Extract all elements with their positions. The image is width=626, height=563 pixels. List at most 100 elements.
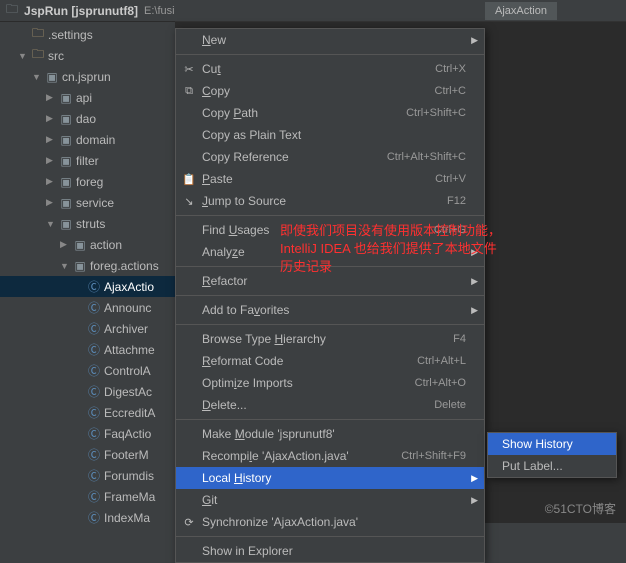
cls-icon: Ⓒ bbox=[87, 446, 101, 463]
expand-icon[interactable]: ▶ bbox=[46, 176, 56, 187]
menu-item[interactable]: Reformat CodeCtrl+Alt+L bbox=[176, 350, 484, 372]
project-tree[interactable]: 🗀.settings▼🗀src▼▣cn.jsprun▶▣api▶▣dao▶▣do… bbox=[0, 22, 175, 530]
menu-label: Cut bbox=[202, 62, 435, 76]
tree-label: ControlA bbox=[104, 364, 151, 378]
tree-label: foreg bbox=[76, 175, 103, 189]
menu-item[interactable]: Recompile 'AjaxAction.java'Ctrl+Shift+F9 bbox=[176, 445, 484, 467]
tree-item[interactable]: ▼🗀src bbox=[0, 45, 175, 66]
menu-item[interactable]: Local History▶ bbox=[176, 467, 484, 489]
tree-item[interactable]: ▶▣service bbox=[0, 192, 175, 213]
menu-item[interactable]: Find UsagesCtrl+G bbox=[176, 219, 484, 241]
submenu-item[interactable]: Show History bbox=[488, 433, 616, 455]
tree-item[interactable]: ▶▣action bbox=[0, 234, 175, 255]
cls-icon: Ⓒ bbox=[87, 362, 101, 379]
tree-item[interactable]: ⒸFrameMa bbox=[0, 486, 175, 507]
tree-label: AjaxActio bbox=[104, 280, 154, 294]
tree-item[interactable]: ⒸIndexMa bbox=[0, 507, 175, 528]
tree-item[interactable]: ⒸControlA bbox=[0, 360, 175, 381]
tree-item[interactable]: ▼▣struts bbox=[0, 213, 175, 234]
menu-item[interactable]: Analyze▶ bbox=[176, 241, 484, 263]
shortcut: Ctrl+C bbox=[435, 85, 466, 97]
menu-item[interactable]: ⟳Synchronize 'AjaxAction.java' bbox=[176, 511, 484, 533]
menu-label: Optimize Imports bbox=[202, 376, 415, 390]
tree-item[interactable]: ⒸAnnounc bbox=[0, 297, 175, 318]
menu-item[interactable]: ⧉CopyCtrl+C bbox=[176, 80, 484, 102]
menu-item[interactable]: ↘Jump to SourceF12 bbox=[176, 190, 484, 212]
shortcut: Ctrl+Alt+Shift+C bbox=[387, 151, 466, 163]
cls-icon: Ⓒ bbox=[87, 488, 101, 505]
cls-icon: Ⓒ bbox=[87, 341, 101, 358]
menu-label: Add to Favorites bbox=[202, 303, 466, 317]
menu-item[interactable]: 📋PasteCtrl+V bbox=[176, 168, 484, 190]
tab-ajaxaction[interactable]: AjaxAction bbox=[485, 2, 557, 20]
expand-icon[interactable]: ▼ bbox=[18, 51, 28, 61]
pkg-icon: ▣ bbox=[59, 196, 73, 210]
menu-label: Refactor bbox=[202, 274, 466, 288]
menu-item[interactable]: Copy ReferenceCtrl+Alt+Shift+C bbox=[176, 146, 484, 168]
tree-item[interactable]: ▶▣filter bbox=[0, 150, 175, 171]
expand-icon[interactable]: ▶ bbox=[46, 92, 56, 103]
menu-item[interactable]: Git▶ bbox=[176, 489, 484, 511]
menu-label: Analyze bbox=[202, 245, 466, 259]
tree-item[interactable]: ⒸForumdis bbox=[0, 465, 175, 486]
submenu-label: Show History bbox=[502, 437, 598, 451]
tree-item[interactable]: ▼▣foreg.actions bbox=[0, 255, 175, 276]
tree-item[interactable]: ⒸFaqActio bbox=[0, 423, 175, 444]
tree-item[interactable]: 🗀.settings bbox=[0, 24, 175, 45]
tree-item[interactable]: ▶▣api bbox=[0, 87, 175, 108]
cls-icon: Ⓒ bbox=[87, 467, 101, 484]
pkg-icon: ▣ bbox=[59, 91, 73, 105]
menu-label: Browse Type Hierarchy bbox=[202, 332, 453, 346]
menu-label: Delete... bbox=[202, 398, 434, 412]
submenu-item[interactable]: Put Label... bbox=[488, 455, 616, 477]
expand-icon[interactable]: ▶ bbox=[46, 197, 56, 208]
project-icon: 🗀 bbox=[6, 0, 18, 21]
pkg-icon: ▣ bbox=[73, 259, 87, 273]
menu-item[interactable]: Make Module 'jsprunutf8' bbox=[176, 423, 484, 445]
tree-item[interactable]: ⒸFooterM bbox=[0, 444, 175, 465]
submenu-arrow-icon: ▶ bbox=[471, 473, 478, 484]
tree-label: FooterM bbox=[104, 448, 149, 462]
menu-label: Recompile 'AjaxAction.java' bbox=[202, 449, 401, 463]
tree-item[interactable]: ▶▣dao bbox=[0, 108, 175, 129]
menu-icon: ✂ bbox=[182, 63, 196, 76]
shortcut: Ctrl+Alt+O bbox=[415, 377, 466, 389]
tree-label: action bbox=[90, 238, 122, 252]
menu-item[interactable]: New▶ bbox=[176, 29, 484, 51]
tree-label: Attachme bbox=[104, 343, 155, 357]
tree-item[interactable]: ⒸAjaxActio bbox=[0, 276, 175, 297]
expand-icon[interactable]: ▶ bbox=[46, 155, 56, 166]
menu-item[interactable]: Browse Type HierarchyF4 bbox=[176, 328, 484, 350]
tree-label: FrameMa bbox=[104, 490, 155, 504]
tree-item[interactable]: ▶▣domain bbox=[0, 129, 175, 150]
menu-item[interactable]: ✂CutCtrl+X bbox=[176, 58, 484, 80]
menu-item[interactable]: Copy as Plain Text bbox=[176, 124, 484, 146]
tree-label: api bbox=[76, 91, 92, 105]
expand-icon[interactable]: ▶ bbox=[46, 113, 56, 124]
tree-label: filter bbox=[76, 154, 99, 168]
tree-item[interactable]: ▼▣cn.jsprun bbox=[0, 66, 175, 87]
expand-icon[interactable]: ▼ bbox=[60, 261, 70, 271]
tree-label: Forumdis bbox=[104, 469, 154, 483]
menu-item[interactable]: Copy PathCtrl+Shift+C bbox=[176, 102, 484, 124]
tree-item[interactable]: ▶▣foreg bbox=[0, 171, 175, 192]
pkg-icon: ▣ bbox=[45, 70, 59, 84]
tree-item[interactable]: ⒸDigestAc bbox=[0, 381, 175, 402]
expand-icon[interactable]: ▶ bbox=[46, 134, 56, 145]
tree-item[interactable]: ⒸEccreditA bbox=[0, 402, 175, 423]
expand-icon[interactable]: ▶ bbox=[60, 239, 70, 250]
menu-item[interactable]: Refactor▶ bbox=[176, 270, 484, 292]
folder-icon: 🗀 bbox=[31, 45, 45, 66]
menu-item[interactable]: Show in Explorer bbox=[176, 540, 484, 562]
tree-item[interactable]: ⒸArchiver bbox=[0, 318, 175, 339]
menu-item[interactable]: Optimize ImportsCtrl+Alt+O bbox=[176, 372, 484, 394]
menu-label: Jump to Source bbox=[202, 194, 447, 208]
tree-item[interactable]: ⒸAttachme bbox=[0, 339, 175, 360]
expand-icon[interactable]: ▼ bbox=[46, 219, 56, 229]
expand-icon[interactable]: ▼ bbox=[32, 72, 42, 82]
menu-item[interactable]: Add to Favorites▶ bbox=[176, 299, 484, 321]
menu-label: Paste bbox=[202, 172, 435, 186]
menu-item[interactable]: Delete...Delete bbox=[176, 394, 484, 416]
tree-label: IndexMa bbox=[104, 511, 150, 525]
shortcut: Ctrl+Alt+L bbox=[417, 355, 466, 367]
